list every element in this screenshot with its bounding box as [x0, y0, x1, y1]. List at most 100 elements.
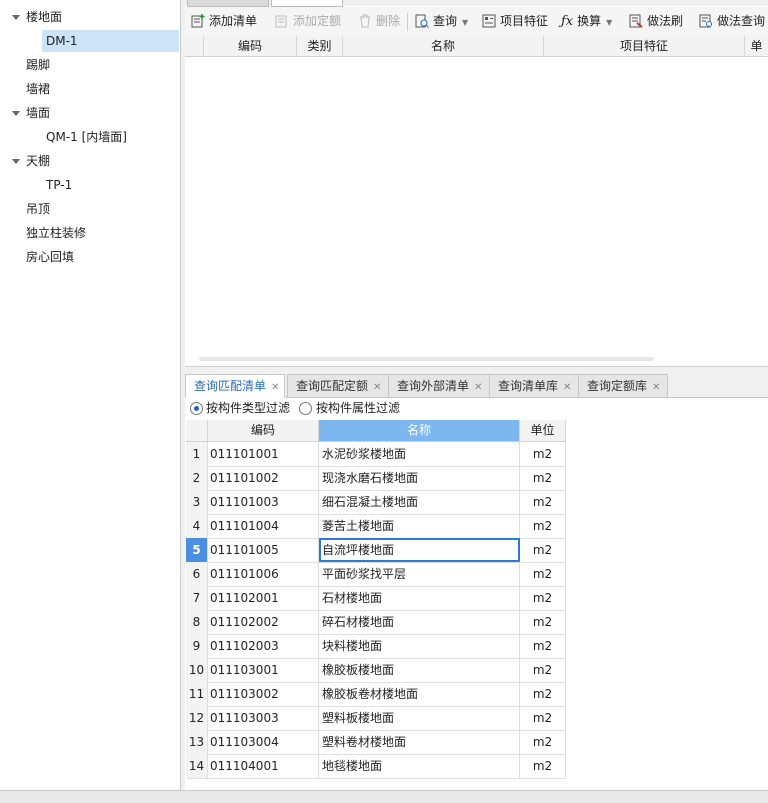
col-header-code[interactable]: 编码: [204, 36, 297, 56]
cell-name[interactable]: 塑料卷材楼地面: [319, 730, 520, 754]
cell-unit[interactable]: m2: [520, 538, 566, 562]
brush-button[interactable]: 做法刷: [629, 7, 683, 36]
cell-unit[interactable]: m2: [520, 442, 566, 466]
col-header-code[interactable]: 编码: [208, 420, 319, 441]
cell-code[interactable]: 011102001: [208, 586, 319, 610]
tree-item-qm1[interactable]: QM-1 [内墙面]: [42, 126, 179, 148]
filter-by-type-label[interactable]: 按构件类型过滤: [206, 398, 290, 419]
cell-unit[interactable]: m2: [520, 586, 566, 610]
cell-unit[interactable]: m2: [520, 634, 566, 658]
table-row[interactable]: 6 011101006 平面砂浆找平层 m2: [186, 562, 566, 587]
table-row[interactable]: 13 011103004 塑料卷材楼地面 m2: [186, 730, 566, 755]
row-number[interactable]: 12: [186, 706, 208, 730]
add-quota-button[interactable]: 添加定额: [275, 7, 341, 36]
cell-code[interactable]: 011103004: [208, 730, 319, 754]
delete-button[interactable]: 删除: [358, 7, 400, 36]
tree-item-ceiling[interactable]: 天棚: [0, 150, 180, 172]
tree-item-column-finish[interactable]: 独立柱装修: [0, 222, 180, 244]
cell-unit[interactable]: m2: [520, 610, 566, 634]
row-number[interactable]: 9: [186, 634, 208, 658]
table-row[interactable]: 1 011101001 水泥砂浆楼地面 m2: [186, 442, 566, 467]
cell-code[interactable]: 011104001: [208, 754, 319, 778]
radio-filter-by-attr[interactable]: [299, 402, 312, 415]
cell-name[interactable]: 菱苦土楼地面: [319, 514, 520, 538]
cell-unit[interactable]: m2: [520, 682, 566, 706]
cell-unit[interactable]: m2: [520, 514, 566, 538]
row-number[interactable]: 3: [186, 490, 208, 514]
cell-code[interactable]: 011101006: [208, 562, 319, 586]
top-tab-1[interactable]: [187, 0, 269, 7]
filter-by-attr-label[interactable]: 按构件属性过滤: [316, 398, 400, 419]
table-row[interactable]: 4 011101004 菱苦土楼地面 m2: [186, 514, 566, 539]
cell-code[interactable]: 011101005: [208, 538, 319, 562]
col-header-features[interactable]: 项目特征: [544, 36, 745, 56]
row-number[interactable]: 4: [186, 514, 208, 538]
table-row[interactable]: 5 011101005 自流坪楼地面 m2: [186, 538, 566, 563]
tree-item-backfill[interactable]: 房心回填: [0, 246, 180, 268]
cell-code[interactable]: 011101004: [208, 514, 319, 538]
row-number[interactable]: 14: [186, 754, 208, 778]
table-row[interactable]: 8 011102002 碎石材楼地面 m2: [186, 610, 566, 635]
expand-caret-icon[interactable]: [12, 15, 20, 20]
cell-name[interactable]: 橡胶板卷材楼地面: [319, 682, 520, 706]
table-row[interactable]: 10 011103001 橡胶板楼地面 m2: [186, 658, 566, 683]
cell-code[interactable]: 011101002: [208, 466, 319, 490]
top-tab-2[interactable]: [271, 0, 343, 7]
table-row[interactable]: 3 011101003 细石混凝土楼地面 m2: [186, 490, 566, 515]
cell-code[interactable]: 011103002: [208, 682, 319, 706]
tree-item-tp1[interactable]: TP-1: [42, 174, 179, 196]
dropdown-arrow-icon[interactable]: ▼: [606, 18, 612, 27]
table-row[interactable]: 7 011102001 石材楼地面 m2: [186, 586, 566, 611]
tab-query-list-library[interactable]: 查询清单库 ✕: [489, 374, 579, 398]
convert-button[interactable]: ƒx 换算 ▼: [561, 7, 612, 36]
tree-item-dm1[interactable]: DM-1: [42, 30, 179, 52]
close-icon[interactable]: ✕: [474, 382, 482, 393]
col-header-name[interactable]: 名称: [319, 420, 520, 441]
table-row[interactable]: 2 011101002 现浇水磨石楼地面 m2: [186, 466, 566, 491]
col-header-type[interactable]: 类别: [297, 36, 343, 56]
col-header-name[interactable]: 名称: [343, 36, 544, 56]
close-icon[interactable]: ✕: [652, 382, 660, 393]
cell-unit[interactable]: m2: [520, 658, 566, 682]
expand-caret-icon[interactable]: [12, 159, 20, 164]
row-number[interactable]: 7: [186, 586, 208, 610]
row-number[interactable]: 10: [186, 658, 208, 682]
row-number[interactable]: 13: [186, 730, 208, 754]
dropdown-arrow-icon[interactable]: ▼: [462, 18, 468, 27]
cell-unit[interactable]: m2: [520, 754, 566, 778]
tree-item-floor[interactable]: 楼地面: [0, 6, 180, 28]
cell-name[interactable]: 细石混凝土楼地面: [319, 490, 520, 514]
cell-code[interactable]: 011101001: [208, 442, 319, 466]
cell-unit[interactable]: m2: [520, 490, 566, 514]
cell-name[interactable]: 块料楼地面: [319, 634, 520, 658]
cell-name[interactable]: 橡胶板楼地面: [319, 658, 520, 682]
tab-query-external-list[interactable]: 查询外部清单 ✕: [388, 374, 490, 398]
add-list-button[interactable]: 添加清单: [191, 7, 257, 36]
cell-name[interactable]: 现浇水磨石楼地面: [319, 466, 520, 490]
tree-item-dado[interactable]: 墙裙: [0, 78, 180, 100]
cell-code[interactable]: 011102002: [208, 610, 319, 634]
col-header-unit[interactable]: 单: [745, 36, 768, 56]
cell-code[interactable]: 011101003: [208, 490, 319, 514]
close-icon[interactable]: ✕: [271, 382, 279, 393]
table-row[interactable]: 9 011102003 块料楼地面 m2: [186, 634, 566, 659]
cell-code[interactable]: 011102003: [208, 634, 319, 658]
features-button[interactable]: 项目特征: [482, 7, 548, 36]
cell-unit[interactable]: m2: [520, 562, 566, 586]
row-number[interactable]: 5: [186, 538, 208, 562]
row-number[interactable]: 2: [186, 466, 208, 490]
cell-name[interactable]: 自流坪楼地面: [319, 538, 520, 562]
expand-caret-icon[interactable]: [12, 111, 20, 116]
cell-name[interactable]: 地毯楼地面: [319, 754, 520, 778]
cell-name[interactable]: 石材楼地面: [319, 586, 520, 610]
cell-unit[interactable]: m2: [520, 706, 566, 730]
cell-name[interactable]: 碎石材楼地面: [319, 610, 520, 634]
row-number[interactable]: 8: [186, 610, 208, 634]
col-header-unit[interactable]: 单位: [520, 420, 566, 441]
row-number[interactable]: 11: [186, 682, 208, 706]
cell-name[interactable]: 平面砂浆找平层: [319, 562, 520, 586]
cell-code[interactable]: 011103001: [208, 658, 319, 682]
horizontal-scrollbar[interactable]: [199, 357, 654, 361]
tab-query-match-list[interactable]: 查询匹配清单 ✕: [185, 374, 285, 398]
cell-unit[interactable]: m2: [520, 730, 566, 754]
